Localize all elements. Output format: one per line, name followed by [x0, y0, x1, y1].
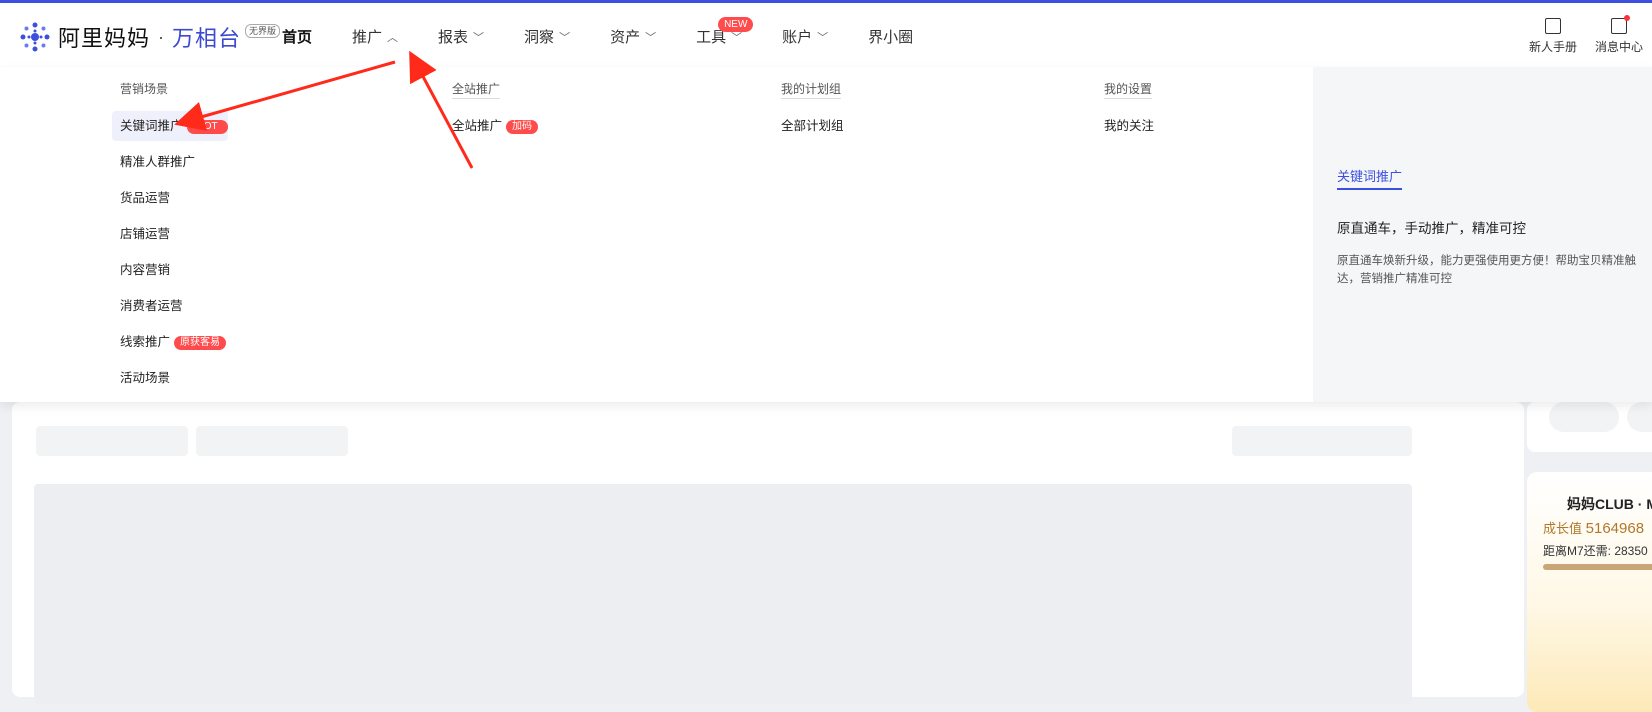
- main-nav: 首页 推广 ︿ 报表 ﹀ 洞察 ﹀ 资产 ﹀ 工具 ﹀ NEW 账户 ﹀ 界小圈: [271, 3, 953, 70]
- menu-item-label: 全站推广: [452, 119, 503, 133]
- menu-lead-promotion[interactable]: 线索推广 原获客易: [112, 327, 234, 357]
- column-title: 我的设置: [1104, 80, 1162, 99]
- logo-product-name: 万相台: [172, 26, 242, 51]
- menu-content-marketing[interactable]: 内容营销: [112, 255, 234, 285]
- menu-item-label: 内容营销: [120, 263, 171, 277]
- message-center-button[interactable]: 消息中心: [1586, 3, 1652, 70]
- club-progress-bar: [1543, 564, 1652, 570]
- menu-consumer-operation[interactable]: 消费者运营: [112, 291, 234, 321]
- logo-text: 阿里妈妈: [58, 26, 151, 51]
- club-growth-value: 成长值 5164968: [1543, 518, 1644, 537]
- nav-promotion-label: 推广: [352, 29, 383, 46]
- header-tools: 新人手册 消息中心: [1520, 3, 1652, 70]
- menu-item-label: 货品运营: [120, 191, 171, 205]
- column-title: 营销场景: [120, 82, 169, 96]
- nav-community[interactable]: 界小圈: [868, 3, 913, 70]
- nav-home[interactable]: 首页: [271, 3, 323, 70]
- nav-insight[interactable]: 洞察 ﹀: [524, 3, 570, 70]
- column-title: 我的计划组: [781, 80, 852, 99]
- main-content-card: [12, 402, 1524, 704]
- menu-item-label: 线索推广: [120, 335, 171, 349]
- hot-tag: HOT: [186, 119, 228, 134]
- club-growth-number: 5164968: [1585, 520, 1645, 537]
- club-remain-text: 距离M7还需: 28350: [1543, 544, 1648, 558]
- skeleton-block: [1232, 426, 1412, 456]
- dropdown-info-panel: 关键词推广 原直通车，手动推广，精准可控 原直通车焕新升级，能力更强使用更方便！…: [1313, 67, 1652, 402]
- nav-account[interactable]: 账户 ﹀: [782, 3, 828, 70]
- newbie-manual-button[interactable]: 新人手册: [1520, 3, 1586, 70]
- club-title: 妈妈CLUB · M: [1567, 496, 1652, 512]
- info-headline: 原直通车，手动推广，精准可控: [1337, 221, 1526, 236]
- message-center-label: 消息中心: [1594, 40, 1643, 54]
- alimama-logo-icon: [20, 22, 50, 52]
- column-title-text: 我的设置: [1104, 82, 1153, 99]
- menu-item-label: 活动场景: [120, 371, 171, 385]
- info-description: 原直通车焕新升级，能力更强使用更方便！帮助宝贝精准触达，营销推广精准可控: [1337, 255, 1636, 285]
- chevron-up-icon: ︿: [387, 31, 399, 44]
- nav-assets[interactable]: 资产 ﹀: [610, 3, 656, 70]
- top-header: 阿里妈妈 · 万相台 无界版 首页 推广 ︿ 报表 ﹀ 洞察 ﹀ 资产 ﹀ 工具 ﹀ NEW…: [0, 3, 1652, 70]
- skeleton-pill: [1627, 402, 1652, 432]
- column-title-text: 我的计划组: [781, 82, 842, 99]
- nav-reports[interactable]: 报表 ﹀: [438, 3, 484, 70]
- message-icon: [1611, 15, 1630, 34]
- side-skeleton-card: [1527, 402, 1652, 452]
- nav-insight-label: 洞察: [524, 29, 555, 46]
- my-plans-column: 我的计划组 全部计划组: [781, 80, 852, 147]
- menu-store-operation[interactable]: 店铺运营: [112, 219, 234, 249]
- menu-keyword-promotion[interactable]: 关键词推广 HOT: [112, 111, 228, 141]
- column-title: 全站推广: [452, 80, 546, 99]
- marketing-scenes-column: 营销场景 关键词推广 HOT 精准人群推广 货品运营 店铺运营 内容营销 消费者运…: [112, 80, 234, 399]
- skeleton-pill: [1549, 402, 1619, 432]
- newbie-manual-label: 新人手册: [1528, 40, 1577, 54]
- nav-account-label: 账户: [782, 29, 813, 46]
- chevron-down-icon: ﹀: [559, 31, 571, 44]
- menu-item-label: 消费者运营: [120, 299, 183, 313]
- skeleton-block: [36, 426, 188, 456]
- chevron-down-icon: ﹀: [817, 31, 829, 44]
- nav-community-label: 界小圈: [868, 29, 914, 46]
- club-growth-label: 成长值: [1543, 521, 1583, 536]
- menu-product-operation[interactable]: 货品运营: [112, 183, 234, 213]
- menu-item-label: 关键词推广: [120, 119, 183, 133]
- my-settings-column: 我的设置 我的关注: [1104, 80, 1162, 147]
- menu-my-follows[interactable]: 我的关注: [1096, 111, 1162, 141]
- menu-item-label: 店铺运营: [120, 227, 171, 241]
- skeleton-block: [196, 426, 348, 456]
- logo-edition-badge: 无界版: [245, 24, 281, 38]
- menu-item-label: 我的关注: [1104, 119, 1155, 133]
- skeleton-chart: [34, 484, 1412, 704]
- manual-icon: [1545, 18, 1561, 34]
- menu-site-promotion[interactable]: 全站推广 加码: [444, 111, 546, 141]
- nav-promotion[interactable]: 推广 ︿: [352, 3, 398, 70]
- chevron-down-icon: ﹀: [473, 31, 485, 44]
- logo[interactable]: 阿里妈妈 · 万相台 无界版: [18, 21, 281, 53]
- boost-tag: 加码: [506, 119, 539, 134]
- unread-dot: [1624, 15, 1630, 21]
- menu-precise-audience[interactable]: 精准人群推广: [112, 147, 234, 177]
- nav-tools[interactable]: 工具 ﹀ NEW: [696, 3, 754, 70]
- info-title: 关键词推广: [1337, 166, 1403, 190]
- menu-item-label: 精准人群推广: [120, 155, 196, 169]
- new-badge: NEW: [718, 17, 754, 32]
- column-title-text: 全站推广: [452, 82, 501, 99]
- mama-club-card[interactable]: 妈妈CLUB · M 成长值 5164968 距离M7还需: 28350: [1527, 472, 1652, 712]
- menu-all-plan-groups[interactable]: 全部计划组: [773, 111, 852, 141]
- lead-tag: 原获客易: [174, 335, 227, 350]
- nav-assets-label: 资产: [610, 29, 641, 46]
- menu-item-label: 全部计划组: [781, 119, 844, 133]
- site-promotion-column: 全站推广 全站推广 加码: [452, 80, 546, 147]
- nav-home-label: 首页: [282, 29, 313, 46]
- promotion-dropdown-panel: 营销场景 关键词推广 HOT 精准人群推广 货品运营 店铺运营 内容营销 消费者运…: [0, 67, 1652, 402]
- chevron-down-icon: ﹀: [645, 31, 657, 44]
- nav-reports-label: 报表: [438, 29, 469, 46]
- logo-separator: ·: [158, 26, 165, 47]
- menu-activity-scenes[interactable]: 活动场景: [112, 363, 234, 393]
